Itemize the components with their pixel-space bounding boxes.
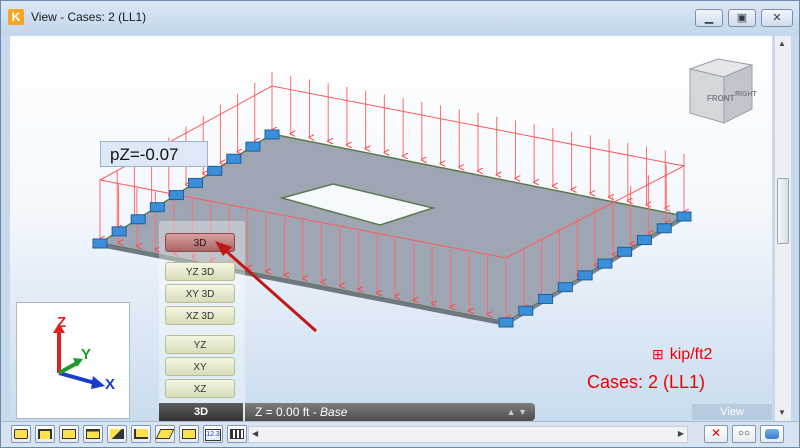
view-mode-button[interactable]: 3D xyxy=(159,403,243,421)
horizontal-scrollbar[interactable]: ◀ ▶ xyxy=(248,426,688,443)
maximize-button[interactable]: ▣ xyxy=(728,9,756,27)
scroll-left-icon[interactable]: ◀ xyxy=(252,429,258,438)
vertical-scrollbar[interactable]: ▲ ▼ xyxy=(774,36,791,421)
panels-button[interactable] xyxy=(59,425,79,443)
scroll-thumb[interactable] xyxy=(777,178,789,244)
bars-button[interactable] xyxy=(35,425,55,443)
level-updown-icon[interactable]: ▲ ▼ xyxy=(507,403,527,421)
numbers-button[interactable]: 12.3 xyxy=(203,425,223,443)
window-title: View - Cases: 2 (LL1) xyxy=(31,10,147,24)
display-icon xyxy=(182,429,196,439)
scroll-right-icon[interactable]: ▶ xyxy=(678,429,684,438)
loads-icon xyxy=(86,429,100,439)
bottom-toolbar: 12.3 ◀ ▶ ✕ ○○ xyxy=(1,421,799,447)
view-button[interactable]: View xyxy=(692,404,772,420)
view-window: K View - Cases: 2 (LL1) ▁ ▣ ✕ pZ=-0.07 F… xyxy=(0,0,800,448)
glasses-icon: ○○ xyxy=(737,428,751,439)
nodes-icon xyxy=(14,429,28,439)
pointer-arrow xyxy=(215,241,317,333)
section-button[interactable] xyxy=(131,425,151,443)
title-bar: K View - Cases: 2 (LL1) ▁ ▣ ✕ xyxy=(1,1,799,35)
maximize-icon: ▣ xyxy=(736,12,748,24)
render-button[interactable] xyxy=(760,425,784,443)
numbers-icon: 12.3 xyxy=(205,429,221,441)
z-level-status[interactable]: Z = 0.00 ft - Base ▲ ▼ xyxy=(245,403,535,421)
grid-icon xyxy=(230,429,244,439)
hide-button[interactable]: ✕ xyxy=(704,425,728,443)
hide-icon: ✕ xyxy=(710,426,722,440)
edit-button[interactable] xyxy=(107,425,127,443)
display-button[interactable] xyxy=(179,425,199,443)
close-icon: ✕ xyxy=(772,12,782,24)
render-icon xyxy=(765,429,779,439)
bars-icon xyxy=(38,429,52,439)
scroll-down-icon[interactable]: ▼ xyxy=(778,408,786,417)
scroll-up-icon[interactable]: ▲ xyxy=(778,39,786,48)
view-status-bar: 3D Z = 0.00 ft - Base ▲ ▼ View xyxy=(159,403,772,421)
robot-app-icon[interactable]: K xyxy=(8,9,24,25)
panels-icon xyxy=(62,429,76,439)
z-level-value: Z = 0.00 ft - xyxy=(255,405,317,419)
z-level-name: Base xyxy=(320,405,348,419)
loads-button[interactable] xyxy=(83,425,103,443)
glasses-button[interactable]: ○○ xyxy=(732,425,756,443)
close-button[interactable]: ✕ xyxy=(761,9,793,27)
nodes-button[interactable] xyxy=(11,425,31,443)
grid-button[interactable] xyxy=(227,425,247,443)
minimize-button[interactable]: ▁ xyxy=(695,9,723,27)
minimize-icon: ▁ xyxy=(704,12,714,24)
plane-button[interactable] xyxy=(155,425,175,443)
edit-icon xyxy=(110,429,124,439)
section-icon xyxy=(134,429,148,439)
plane-icon xyxy=(155,429,175,439)
3d-viewport[interactable]: pZ=-0.07 FRONT RIGHT Z Y X ⊞ kip/ft2 Case… xyxy=(10,36,772,421)
